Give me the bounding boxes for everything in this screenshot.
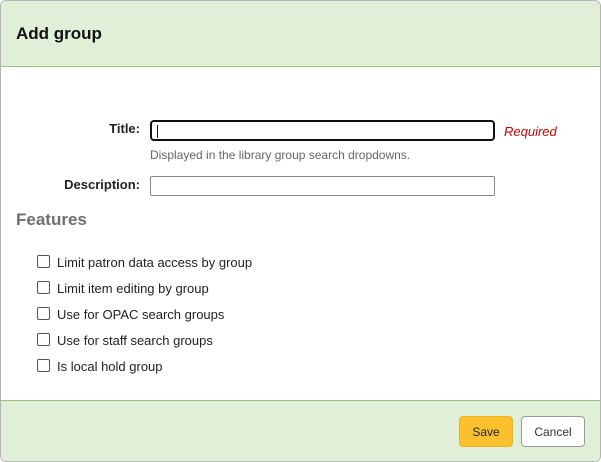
checkbox[interactable]	[37, 359, 50, 372]
checkbox[interactable]	[37, 333, 50, 346]
checkbox[interactable]	[37, 255, 50, 268]
feature-label: Limit item editing by group	[57, 281, 209, 296]
text-caret	[157, 125, 158, 138]
add-group-modal: Add group Title: Required Displayed in t…	[0, 0, 601, 462]
title-input[interactable]	[150, 120, 495, 141]
checkbox[interactable]	[37, 281, 50, 294]
feature-label: Limit patron data access by group	[57, 255, 253, 270]
feature-label: Use for OPAC search groups	[57, 307, 225, 322]
feature-label: Use for staff search groups	[57, 333, 213, 348]
cancel-button[interactable]: Cancel	[521, 416, 585, 447]
feature-opac-search-groups[interactable]: Use for OPAC search groups	[37, 307, 224, 322]
feature-limit-patron-data[interactable]: Limit patron data access by group	[37, 255, 252, 270]
modal-header: Add group	[1, 1, 600, 67]
title-label: Title:	[109, 121, 140, 136]
save-button[interactable]: Save	[459, 416, 513, 447]
description-input[interactable]	[150, 176, 495, 196]
features-heading: Features	[16, 210, 87, 229]
checkbox[interactable]	[37, 307, 50, 320]
required-indicator: Required	[504, 124, 557, 139]
feature-local-hold-group[interactable]: Is local hold group	[37, 359, 163, 374]
feature-staff-search-groups[interactable]: Use for staff search groups	[37, 333, 213, 348]
title-hint: Displayed in the library group search dr…	[150, 148, 411, 162]
modal-body: Title: Required Displayed in the library…	[1, 67, 600, 399]
modal-title: Add group	[16, 23, 102, 43]
feature-label: Is local hold group	[57, 359, 163, 374]
description-label: Description:	[64, 177, 140, 192]
modal-footer: Save Cancel	[1, 400, 600, 461]
feature-limit-item-editing[interactable]: Limit item editing by group	[37, 281, 209, 296]
